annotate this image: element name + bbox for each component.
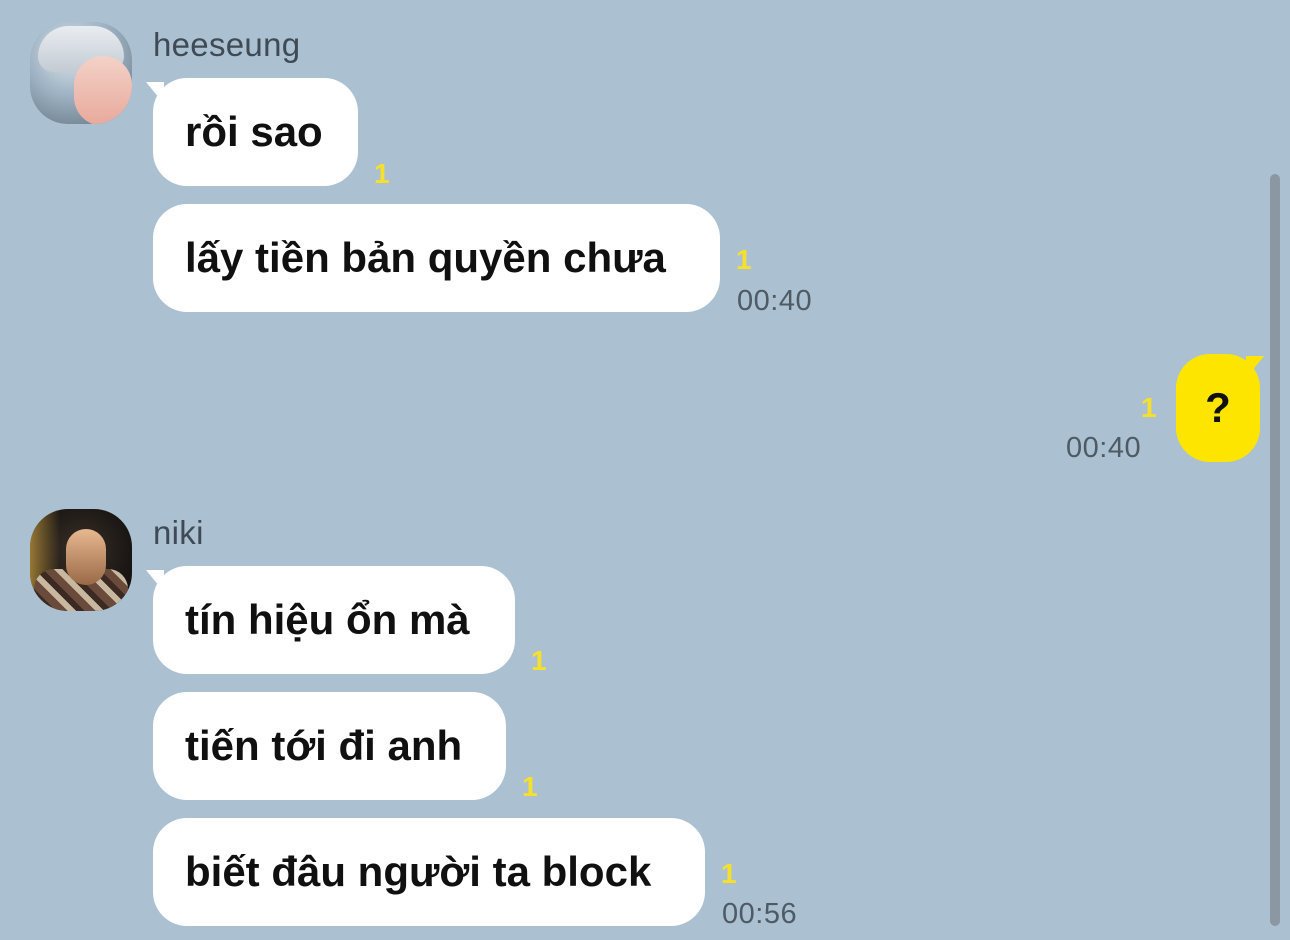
- message-bubble[interactable]: biết đâu người ta block: [153, 818, 705, 926]
- unread-count: 1: [721, 858, 737, 889]
- avatar-niki[interactable]: [30, 509, 132, 611]
- avatar-heeseung[interactable]: [30, 22, 132, 124]
- sender-name-niki: niki: [153, 514, 204, 551]
- chat-message-list[interactable]: heeseung rồi sao 1 lấy tiền bản quyền ch…: [0, 0, 1290, 940]
- unread-count: 1: [1141, 392, 1157, 423]
- message-timestamp: 00:40: [1066, 432, 1142, 464]
- sender-name-heeseung: heeseung: [153, 26, 301, 63]
- unread-count: 1: [736, 244, 752, 275]
- message-bubble[interactable]: rồi sao: [153, 78, 358, 186]
- unread-count: 1: [531, 645, 547, 676]
- avatar-face: [66, 529, 106, 585]
- message-bubble[interactable]: tiến tới đi anh: [153, 692, 506, 800]
- avatar-face: [74, 56, 132, 124]
- message-timestamp: 00:56: [722, 898, 798, 930]
- message-timestamp: 00:40: [737, 285, 813, 317]
- my-message-bubble[interactable]: ?: [1176, 354, 1260, 462]
- message-bubble[interactable]: tín hiệu ổn mà: [153, 566, 515, 674]
- scrollbar[interactable]: [1270, 174, 1280, 926]
- unread-count: 1: [522, 771, 538, 802]
- unread-count: 1: [374, 158, 390, 189]
- message-bubble[interactable]: lấy tiền bản quyền chưa: [153, 204, 720, 312]
